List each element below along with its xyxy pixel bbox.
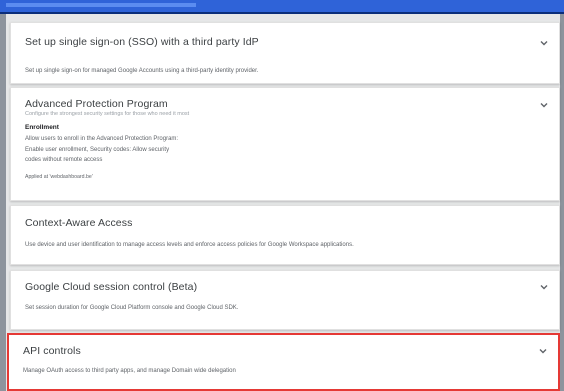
card-title: Context-Aware Access	[25, 217, 133, 229]
enrollment-section: Enrollment Allow users to enroll in the …	[25, 116, 178, 180]
chevron-down-icon[interactable]	[538, 346, 548, 356]
card-description: Manage OAuth access to third party apps,…	[23, 368, 236, 374]
card-description: Set up single sign-on for managed Google…	[25, 68, 259, 74]
api-controls-card[interactable]: API controls Manage OAuth access to thir…	[7, 333, 560, 391]
sso-card[interactable]: Set up single sign-on (SSO) with a third…	[10, 22, 560, 84]
cloud-session-control-card[interactable]: Google Cloud session control (Beta) Set …	[10, 270, 560, 330]
context-aware-access-card[interactable]: Context-Aware Access Use device and user…	[10, 205, 560, 265]
card-description: Set session duration for Google Cloud Pl…	[25, 305, 239, 311]
chevron-down-icon[interactable]	[539, 38, 549, 48]
card-description: Use device and user identification to ma…	[25, 242, 354, 248]
summary-line: codes without remote access	[25, 157, 103, 163]
summary-line: Allow users to enroll in the Advanced Pr…	[25, 136, 179, 142]
settings-panel: Set up single sign-on (SSO) with a third…	[6, 14, 560, 391]
card-title: Google Cloud session control (Beta)	[25, 281, 198, 293]
advanced-protection-card[interactable]: Advanced Protection Program Configure th…	[10, 87, 560, 201]
card-title: API controls	[23, 345, 81, 357]
chevron-down-icon[interactable]	[539, 100, 549, 110]
chevron-down-icon[interactable]	[539, 282, 549, 292]
card-title: Set up single sign-on (SSO) with a third…	[25, 36, 259, 48]
enrollment-summary: Allow users to enroll in the Advanced Pr…	[25, 134, 178, 166]
card-title: Advanced Protection Program	[25, 98, 168, 110]
progress-accent	[6, 3, 196, 7]
applied-at-text: Applied at 'webdashboard.be'	[25, 173, 93, 180]
section-heading: Enrollment	[25, 124, 59, 131]
card-header: Advanced Protection Program Configure th…	[25, 98, 189, 117]
summary-line: Enable user enrollment, Security codes: …	[25, 146, 170, 153]
top-app-bar	[0, 0, 564, 14]
